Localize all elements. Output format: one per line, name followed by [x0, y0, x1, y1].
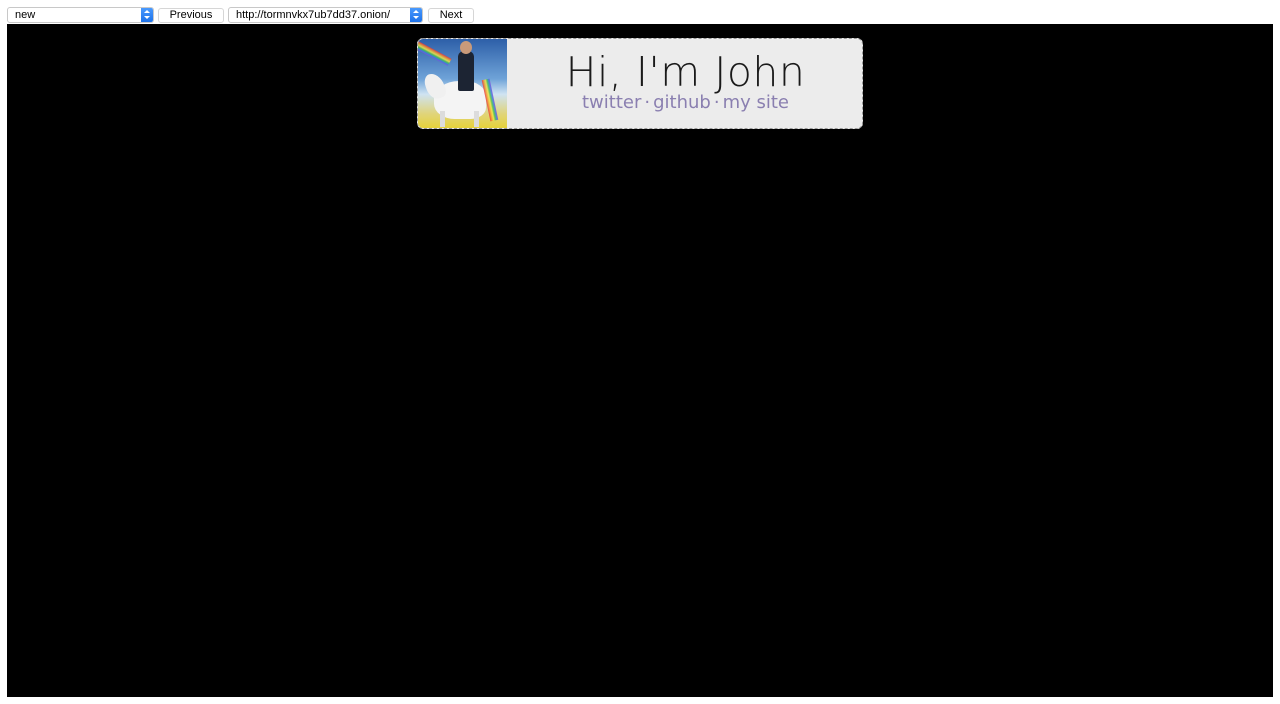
url-select-value: http://tormnvkx7ub7dd37.onion/ [236, 9, 391, 21]
previous-button[interactable]: Previous [158, 8, 224, 23]
rider-head-shape [460, 41, 472, 54]
my-site-link[interactable]: my site [723, 92, 789, 113]
browser-toolbar: new Previous http://tormnvkx7ub7dd37.oni… [0, 0, 1280, 24]
github-link[interactable]: github [653, 92, 711, 113]
horse-leg [474, 111, 479, 127]
rainbow-decoration [418, 40, 452, 66]
next-button[interactable]: Next [428, 8, 474, 23]
twitter-link[interactable]: twitter [582, 92, 641, 113]
rider-shape [458, 51, 474, 91]
select-arrows-icon [141, 8, 153, 22]
page-heading: Hi, I'm John [565, 48, 806, 96]
avatar [418, 39, 507, 128]
link-separator: · [644, 92, 651, 113]
social-links: twitter · github · my site [509, 91, 862, 115]
category-select-value: new [15, 9, 36, 21]
category-select[interactable]: new [7, 7, 154, 23]
page-viewport: Hi, I'm John twitter · github · my site [7, 24, 1273, 697]
link-separator: · [713, 92, 720, 113]
select-arrows-icon [410, 8, 422, 22]
url-select[interactable]: http://tormnvkx7ub7dd37.onion/ [228, 7, 423, 23]
intro-card: Hi, I'm John twitter · github · my site [417, 38, 863, 129]
horse-leg [440, 111, 445, 127]
